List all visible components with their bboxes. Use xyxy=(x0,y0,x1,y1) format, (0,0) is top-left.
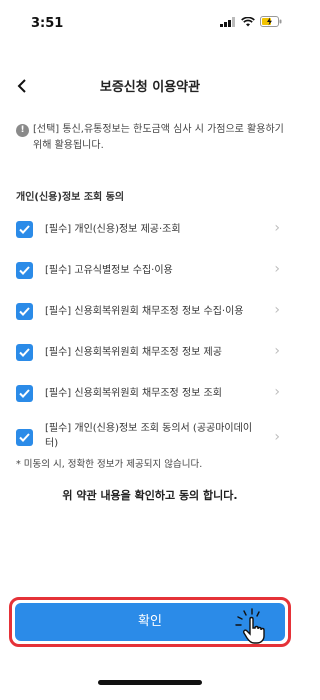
checkbox[interactable] xyxy=(16,429,33,446)
status-time: 3:51 xyxy=(31,16,64,31)
term-label: [필수] 신용회복위원회 채무조정 정보 제공 xyxy=(45,347,222,358)
term-item[interactable]: [필수] 신용회복위원회 채무조정 정보 수집·이용 › xyxy=(0,290,300,331)
chevron-right-icon[interactable]: › xyxy=(274,261,280,277)
chevron-right-icon[interactable]: › xyxy=(274,429,280,445)
term-label: [필수] 신용회복위원회 채무조정 정보 수집·이용 xyxy=(45,306,244,317)
checkmark-icon xyxy=(19,433,30,442)
chevron-right-icon[interactable]: › xyxy=(274,220,280,236)
term-label: [필수] 개인(신용)정보 제공·조회 xyxy=(45,224,181,235)
term-label: [필수] 신용회복위원회 채무조정 정보 조회 xyxy=(45,388,222,399)
checkbox[interactable] xyxy=(16,221,33,238)
term-item[interactable]: [필수] 개인(신용)정보 제공·조회 › xyxy=(0,208,300,249)
term-item[interactable]: [필수] 개인(신용)정보 조회 동의서 (공공마이데이터) › xyxy=(0,413,300,459)
pointing-hand-icon xyxy=(235,608,265,644)
checkmark-icon xyxy=(19,348,30,357)
notice: ! [선택] 통신,유통정보는 한도금액 심사 시 가점으로 활용하기 위해 활… xyxy=(16,122,286,154)
confirm-text: 위 약관 내용을 확인하고 동의 합니다. xyxy=(62,489,238,502)
status-bar: 3:51 xyxy=(0,0,300,44)
nav-bar: 보증신청 이용약관 xyxy=(0,72,300,104)
wifi-icon xyxy=(241,16,255,26)
term-item[interactable]: [필수] 신용회복위원회 채무조정 정보 제공 › xyxy=(0,331,300,372)
chevron-right-icon[interactable]: › xyxy=(274,384,280,400)
signal-icon xyxy=(220,16,235,27)
home-indicator xyxy=(98,680,202,685)
checkbox[interactable] xyxy=(16,344,33,361)
checkbox[interactable] xyxy=(16,385,33,402)
chevron-right-icon[interactable]: › xyxy=(274,343,280,359)
term-item[interactable]: [필수] 신용회복위원회 채무조정 정보 조회 › xyxy=(0,372,300,413)
checkmark-icon xyxy=(19,225,30,234)
status-icons xyxy=(220,16,282,27)
term-label: [필수] 개인(신용)정보 조회 동의서 (공공마이데이터) xyxy=(45,423,253,449)
page-title: 보증신청 이용약관 xyxy=(99,80,201,95)
checkmark-icon xyxy=(19,307,30,316)
exclamation-icon: ! xyxy=(16,124,29,137)
chevron-right-icon[interactable]: › xyxy=(274,302,280,318)
section-title: 개인(신용)정보 조회 동의 xyxy=(16,192,125,203)
battery-charging-icon xyxy=(260,16,282,27)
footnote: * 미동의 시, 정확한 정보가 제공되지 않습니다. xyxy=(16,459,203,470)
term-label: [필수] 고유식별정보 수집·이용 xyxy=(45,265,173,276)
term-item[interactable]: [필수] 고유식별정보 수집·이용 › xyxy=(0,249,300,290)
terms-list: [필수] 개인(신용)정보 제공·조회 › [필수] 고유식별정보 수집·이용 … xyxy=(0,208,300,459)
notice-text: [선택] 통신,유통정보는 한도금액 심사 시 가점으로 활용하기 위해 활용됩… xyxy=(33,124,284,151)
checkbox[interactable] xyxy=(16,303,33,320)
checkbox[interactable] xyxy=(16,262,33,279)
checkmark-icon xyxy=(19,389,30,398)
checkmark-icon xyxy=(19,266,30,275)
